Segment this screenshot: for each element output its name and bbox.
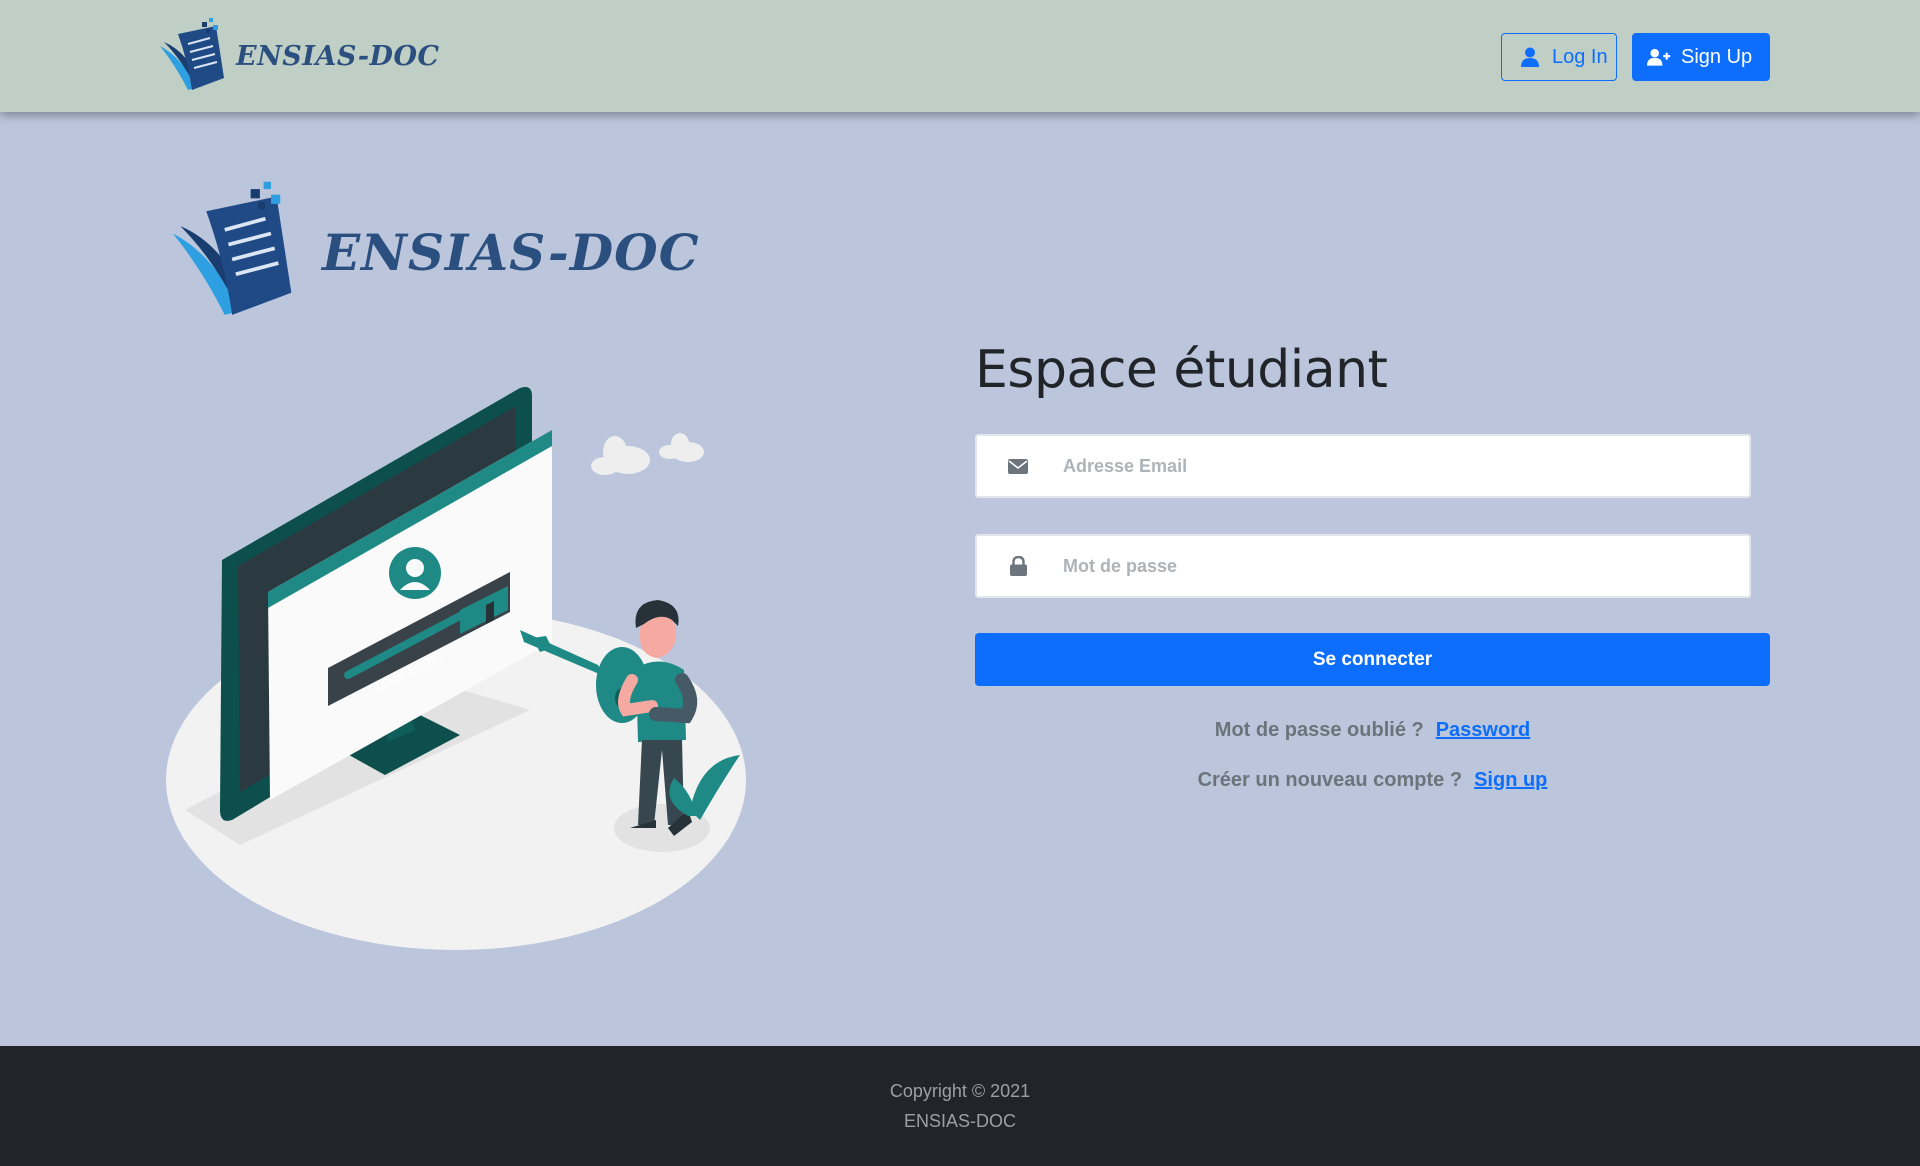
email-input[interactable] bbox=[1059, 436, 1749, 496]
login-button[interactable]: Log In bbox=[1501, 33, 1617, 81]
forgot-password-text: Mot de passe oublié ? bbox=[1214, 719, 1424, 741]
submit-button[interactable]: Se connecter bbox=[975, 633, 1770, 686]
signup-label: Sign Up bbox=[1681, 45, 1753, 68]
footer: Copyright © 2021 ENSIAS-DOC bbox=[0, 1046, 1920, 1166]
copyright-text: Copyright © 2021 bbox=[889, 1081, 1031, 1101]
brand-logo[interactable]: ENSIAS-DOC bbox=[158, 16, 439, 96]
lock-icon bbox=[977, 536, 1059, 596]
footer-name: ENSIAS-DOC bbox=[903, 1111, 1017, 1131]
form-title: Espace étudiant bbox=[975, 340, 1388, 400]
password-input-group bbox=[975, 534, 1751, 598]
new-account-text: Créer un nouveau compte ? bbox=[1197, 769, 1463, 791]
login-illustration: User Login bbox=[160, 380, 760, 965]
envelope-icon bbox=[977, 436, 1059, 496]
user-icon bbox=[1518, 46, 1542, 68]
brand-name: ENSIAS-DOC bbox=[236, 40, 440, 72]
password-input[interactable] bbox=[1059, 536, 1749, 596]
forgot-password-link[interactable]: Password bbox=[1436, 719, 1530, 741]
signup-button[interactable]: Sign Up bbox=[1632, 33, 1770, 81]
signup-link[interactable]: Sign up bbox=[1474, 769, 1547, 791]
document-logo-icon bbox=[160, 18, 224, 90]
navbar: ENSIAS-DOC Log In Sign Up bbox=[0, 0, 1920, 112]
new-account-row: Créer un nouveau compte ? Sign up bbox=[975, 769, 1770, 792]
email-input-group bbox=[975, 434, 1751, 498]
document-logo-icon bbox=[172, 181, 292, 315]
hero-logo: ENSIAS-DOC bbox=[166, 178, 700, 326]
user-plus-icon bbox=[1647, 46, 1671, 68]
cloud-icon bbox=[591, 433, 704, 475]
forgot-password-row: Mot de passe oublié ? Password bbox=[975, 719, 1770, 742]
hero-logo-text: ENSIAS-DOC bbox=[322, 222, 700, 282]
login-label: Log In bbox=[1552, 45, 1608, 68]
